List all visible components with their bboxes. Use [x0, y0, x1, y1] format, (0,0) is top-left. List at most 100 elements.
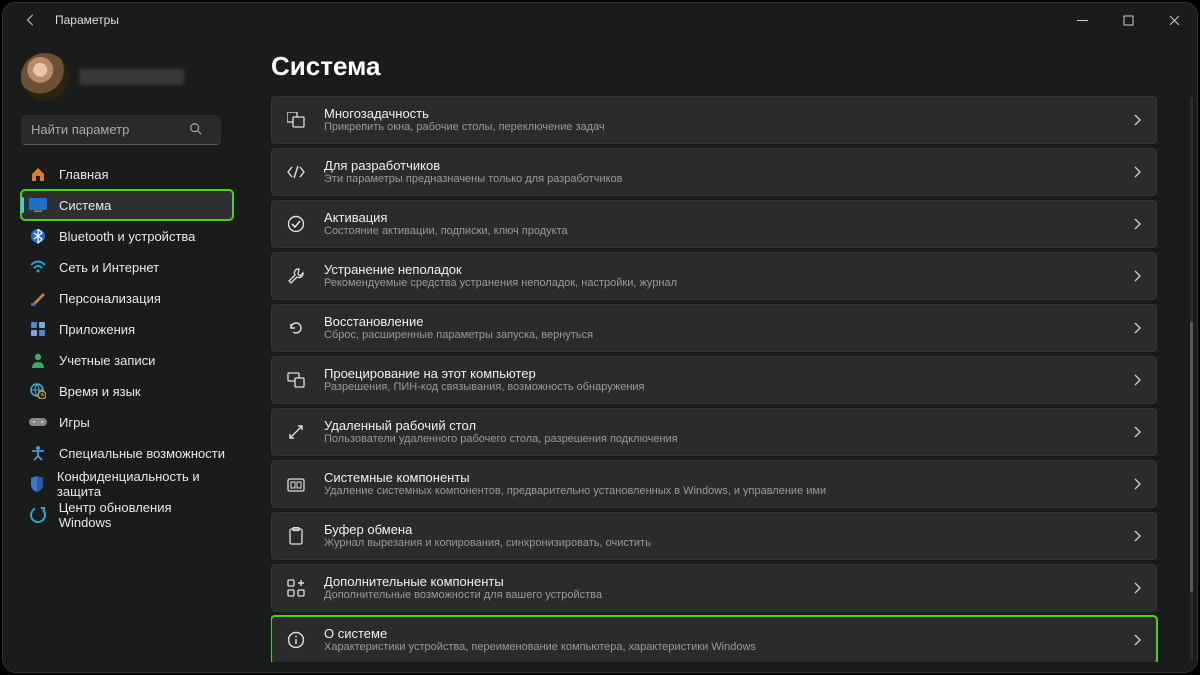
globe-clock-icon	[29, 382, 47, 400]
settings-item-subtitle: Эти параметры предназначены только для р…	[324, 173, 1114, 186]
settings-item-subtitle: Прикрепить окна, рабочие столы, переключ…	[324, 121, 1114, 134]
sidebar-item-label: Игры	[59, 415, 90, 430]
sidebar-item-label: Учетные записи	[59, 353, 155, 368]
clipboard-icon	[286, 526, 306, 546]
settings-item-subtitle: Пользователи удаленного рабочего стола, …	[324, 433, 1114, 446]
chevron-right-icon	[1132, 529, 1142, 543]
recovery-icon	[286, 318, 306, 338]
sidebar-item-11[interactable]: Центр обновления Windows	[21, 500, 233, 530]
close-button[interactable]	[1151, 3, 1197, 37]
home-icon	[29, 165, 47, 183]
settings-item-title: Дополнительные компоненты	[324, 574, 1114, 590]
settings-item-title: Системные компоненты	[324, 470, 1114, 486]
chevron-right-icon	[1132, 165, 1142, 179]
chevron-right-icon	[1132, 113, 1142, 127]
gamepad-icon	[29, 413, 47, 431]
sidebar-item-6[interactable]: Учетные записи	[21, 345, 233, 375]
sidebar-item-1[interactable]: Система	[21, 190, 233, 220]
settings-item-2[interactable]: АктивацияСостояние активации, подписки, …	[271, 200, 1157, 248]
settings-item-subtitle: Рекомендуемые средства устранения непола…	[324, 277, 1114, 290]
settings-item-subtitle: Журнал вырезания и копирования, синхрони…	[324, 537, 1114, 550]
settings-item-3[interactable]: Устранение неполадокРекомендуемые средст…	[271, 252, 1157, 300]
sidebar-item-label: Bluetooth и устройства	[59, 229, 195, 244]
search-box	[21, 115, 233, 145]
multitask-icon	[286, 110, 306, 130]
sidebar-item-9[interactable]: Специальные возможности	[21, 438, 233, 468]
close-icon	[1169, 15, 1180, 26]
sidebar-item-label: Главная	[59, 167, 108, 182]
settings-item-4[interactable]: ВосстановлениеСброс, расширенные парамет…	[271, 304, 1157, 352]
nav-list: Главная Система Bluetooth и устройства Сеть…	[21, 159, 233, 530]
sidebar: Главная Система Bluetooth и устройства Сеть…	[3, 37, 243, 672]
sidebar-item-label: Приложения	[59, 322, 135, 337]
chevron-right-icon	[1132, 425, 1142, 439]
person-icon	[29, 351, 47, 369]
settings-window: Параметры Глав	[3, 3, 1197, 672]
shield-icon	[29, 475, 45, 493]
settings-item-title: Активация	[324, 210, 1114, 226]
arrow-left-icon	[24, 13, 38, 27]
chevron-right-icon	[1132, 373, 1142, 387]
system-icon	[29, 196, 47, 214]
main-area: Система МногозадачностьПрикрепить окна, …	[243, 37, 1197, 672]
avatar	[21, 53, 69, 101]
sidebar-item-4[interactable]: Персонализация	[21, 283, 233, 313]
scrollbar[interactable]	[1190, 97, 1193, 660]
profile-block[interactable]	[21, 49, 233, 109]
info-icon	[286, 630, 306, 650]
sidebar-item-label: Персонализация	[59, 291, 161, 306]
components-icon	[286, 474, 306, 494]
settings-item-title: Многозадачность	[324, 106, 1114, 122]
window-title: Параметры	[55, 13, 119, 27]
settings-item-9[interactable]: Дополнительные компонентыДополнительные …	[271, 564, 1157, 612]
settings-item-10[interactable]: О системеХарактеристики устройства, пере…	[271, 616, 1157, 662]
dev-icon	[286, 162, 306, 182]
sidebar-item-7[interactable]: Время и язык	[21, 376, 233, 406]
titlebar: Параметры	[3, 3, 1197, 37]
settings-item-6[interactable]: Удаленный рабочий столПользователи удале…	[271, 408, 1157, 456]
settings-item-1[interactable]: Для разработчиковЭти параметры предназна…	[271, 148, 1157, 196]
settings-item-subtitle: Характеристики устройства, переименовани…	[324, 641, 1114, 654]
search-icon	[189, 122, 203, 136]
check-circle-icon	[286, 214, 306, 234]
maximize-button[interactable]	[1105, 3, 1151, 37]
maximize-icon	[1123, 15, 1134, 26]
wifi-icon	[29, 258, 47, 276]
back-button[interactable]	[21, 10, 41, 30]
sidebar-item-2[interactable]: Bluetooth и устройства	[21, 221, 233, 251]
sidebar-item-label: Система	[59, 198, 111, 213]
settings-item-title: Для разработчиков	[324, 158, 1114, 174]
sidebar-item-3[interactable]: Сеть и Интернет	[21, 252, 233, 282]
settings-item-subtitle: Сброс, расширенные параметры запуска, ве…	[324, 329, 1114, 342]
settings-item-title: Восстановление	[324, 314, 1114, 330]
scroll-thumb[interactable]	[1190, 322, 1193, 592]
settings-item-title: Устранение неполадок	[324, 262, 1114, 278]
minimize-button[interactable]	[1059, 3, 1105, 37]
settings-item-title: Проецирование на этот компьютер	[324, 366, 1114, 382]
settings-item-7[interactable]: Системные компонентыУдаление системных к…	[271, 460, 1157, 508]
sidebar-item-5[interactable]: Приложения	[21, 314, 233, 344]
sidebar-item-label: Специальные возможности	[59, 446, 225, 461]
settings-item-8[interactable]: Буфер обменаЖурнал вырезания и копирован…	[271, 512, 1157, 560]
sidebar-item-10[interactable]: Конфиденциальность и защита	[21, 469, 233, 499]
chevron-right-icon	[1132, 321, 1142, 335]
project-icon	[286, 370, 306, 390]
plus-grid-icon	[286, 578, 306, 598]
bluetooth-icon	[29, 227, 47, 245]
settings-item-0[interactable]: МногозадачностьПрикрепить окна, рабочие …	[271, 96, 1157, 144]
settings-item-subtitle: Разрешения, ПИН-код связывания, возможно…	[324, 381, 1114, 394]
settings-item-title: Удаленный рабочий стол	[324, 418, 1114, 434]
sidebar-item-0[interactable]: Главная	[21, 159, 233, 189]
sidebar-item-8[interactable]: Игры	[21, 407, 233, 437]
wrench-icon	[286, 266, 306, 286]
chevron-right-icon	[1132, 633, 1142, 647]
settings-item-5[interactable]: Проецирование на этот компьютерРазрешени…	[271, 356, 1157, 404]
accessibility-icon	[29, 444, 47, 462]
chevron-right-icon	[1132, 477, 1142, 491]
settings-item-subtitle: Состояние активации, подписки, ключ прод…	[324, 225, 1114, 238]
brush-icon	[29, 289, 47, 307]
settings-item-title: Буфер обмена	[324, 522, 1114, 538]
settings-item-title: О системе	[324, 626, 1114, 642]
update-icon	[29, 506, 47, 524]
page-title: Система	[271, 51, 1157, 82]
